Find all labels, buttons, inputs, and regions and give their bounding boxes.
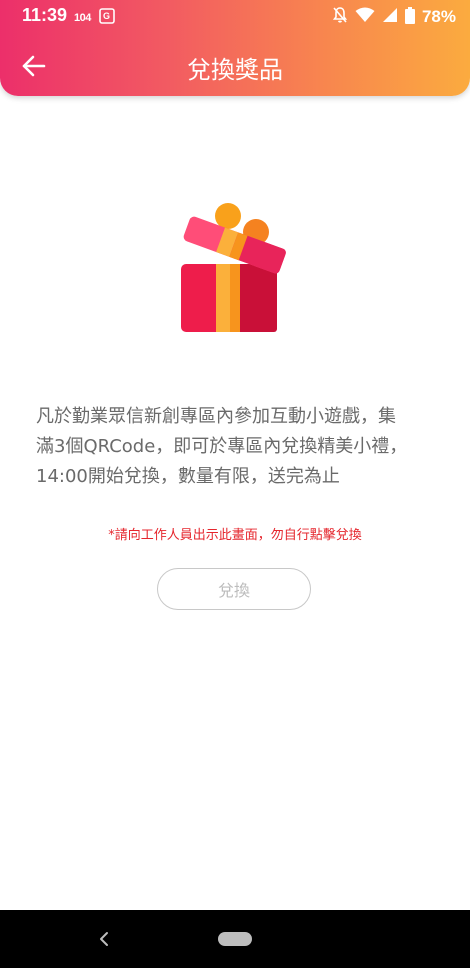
- page-title: 兌換獎品: [187, 56, 283, 84]
- gift-box-icon: [178, 202, 292, 336]
- battery-icon: [404, 6, 415, 28]
- description-line: 凡於勤業眾信新創專區內參加互動小遊戲，集: [36, 406, 396, 427]
- translate-icon: G: [99, 8, 115, 28]
- status-right-icons: 78%: [332, 6, 456, 28]
- header: 11:39 104 G 78% 兌換獎品: [0, 0, 470, 96]
- app-bar: 兌換獎品: [0, 32, 470, 96]
- staff-notice: *請向工作人員出示此畫面，勿自行點擊兌換: [108, 528, 362, 543]
- system-nav-bar: [0, 910, 470, 968]
- wifi-icon: [355, 7, 375, 27]
- status-left-icons: 104 G: [74, 8, 115, 28]
- screen: 11:39 104 G 78% 兌換獎品 凡於勤業眾信新創專區內參加互動小遊戲，…: [0, 0, 470, 968]
- notifications-off-icon: [332, 6, 348, 28]
- cellular-signal-icon: [382, 7, 398, 27]
- event-description: 凡於勤業眾信新創專區內參加互動小遊戲，集 滿3個QRCode，即可於專區內兌換精…: [36, 402, 436, 492]
- redeem-button[interactable]: 兌換: [157, 568, 311, 610]
- battery-percent: 78%: [421, 7, 456, 26]
- svg-text:G: G: [103, 11, 110, 21]
- network-104-icon: 104: [74, 12, 91, 24]
- nav-home-pill-icon[interactable]: [218, 932, 252, 946]
- status-bar: 11:39 104 G 78%: [0, 0, 470, 32]
- description-line: 滿3個QRCode，即可於專區內兌換精美小禮，: [36, 436, 408, 457]
- description-line: 14:00開始兌換，數量有限，送完為止: [36, 466, 340, 487]
- nav-back-icon[interactable]: [96, 930, 112, 948]
- status-time: 11:39: [22, 5, 68, 25]
